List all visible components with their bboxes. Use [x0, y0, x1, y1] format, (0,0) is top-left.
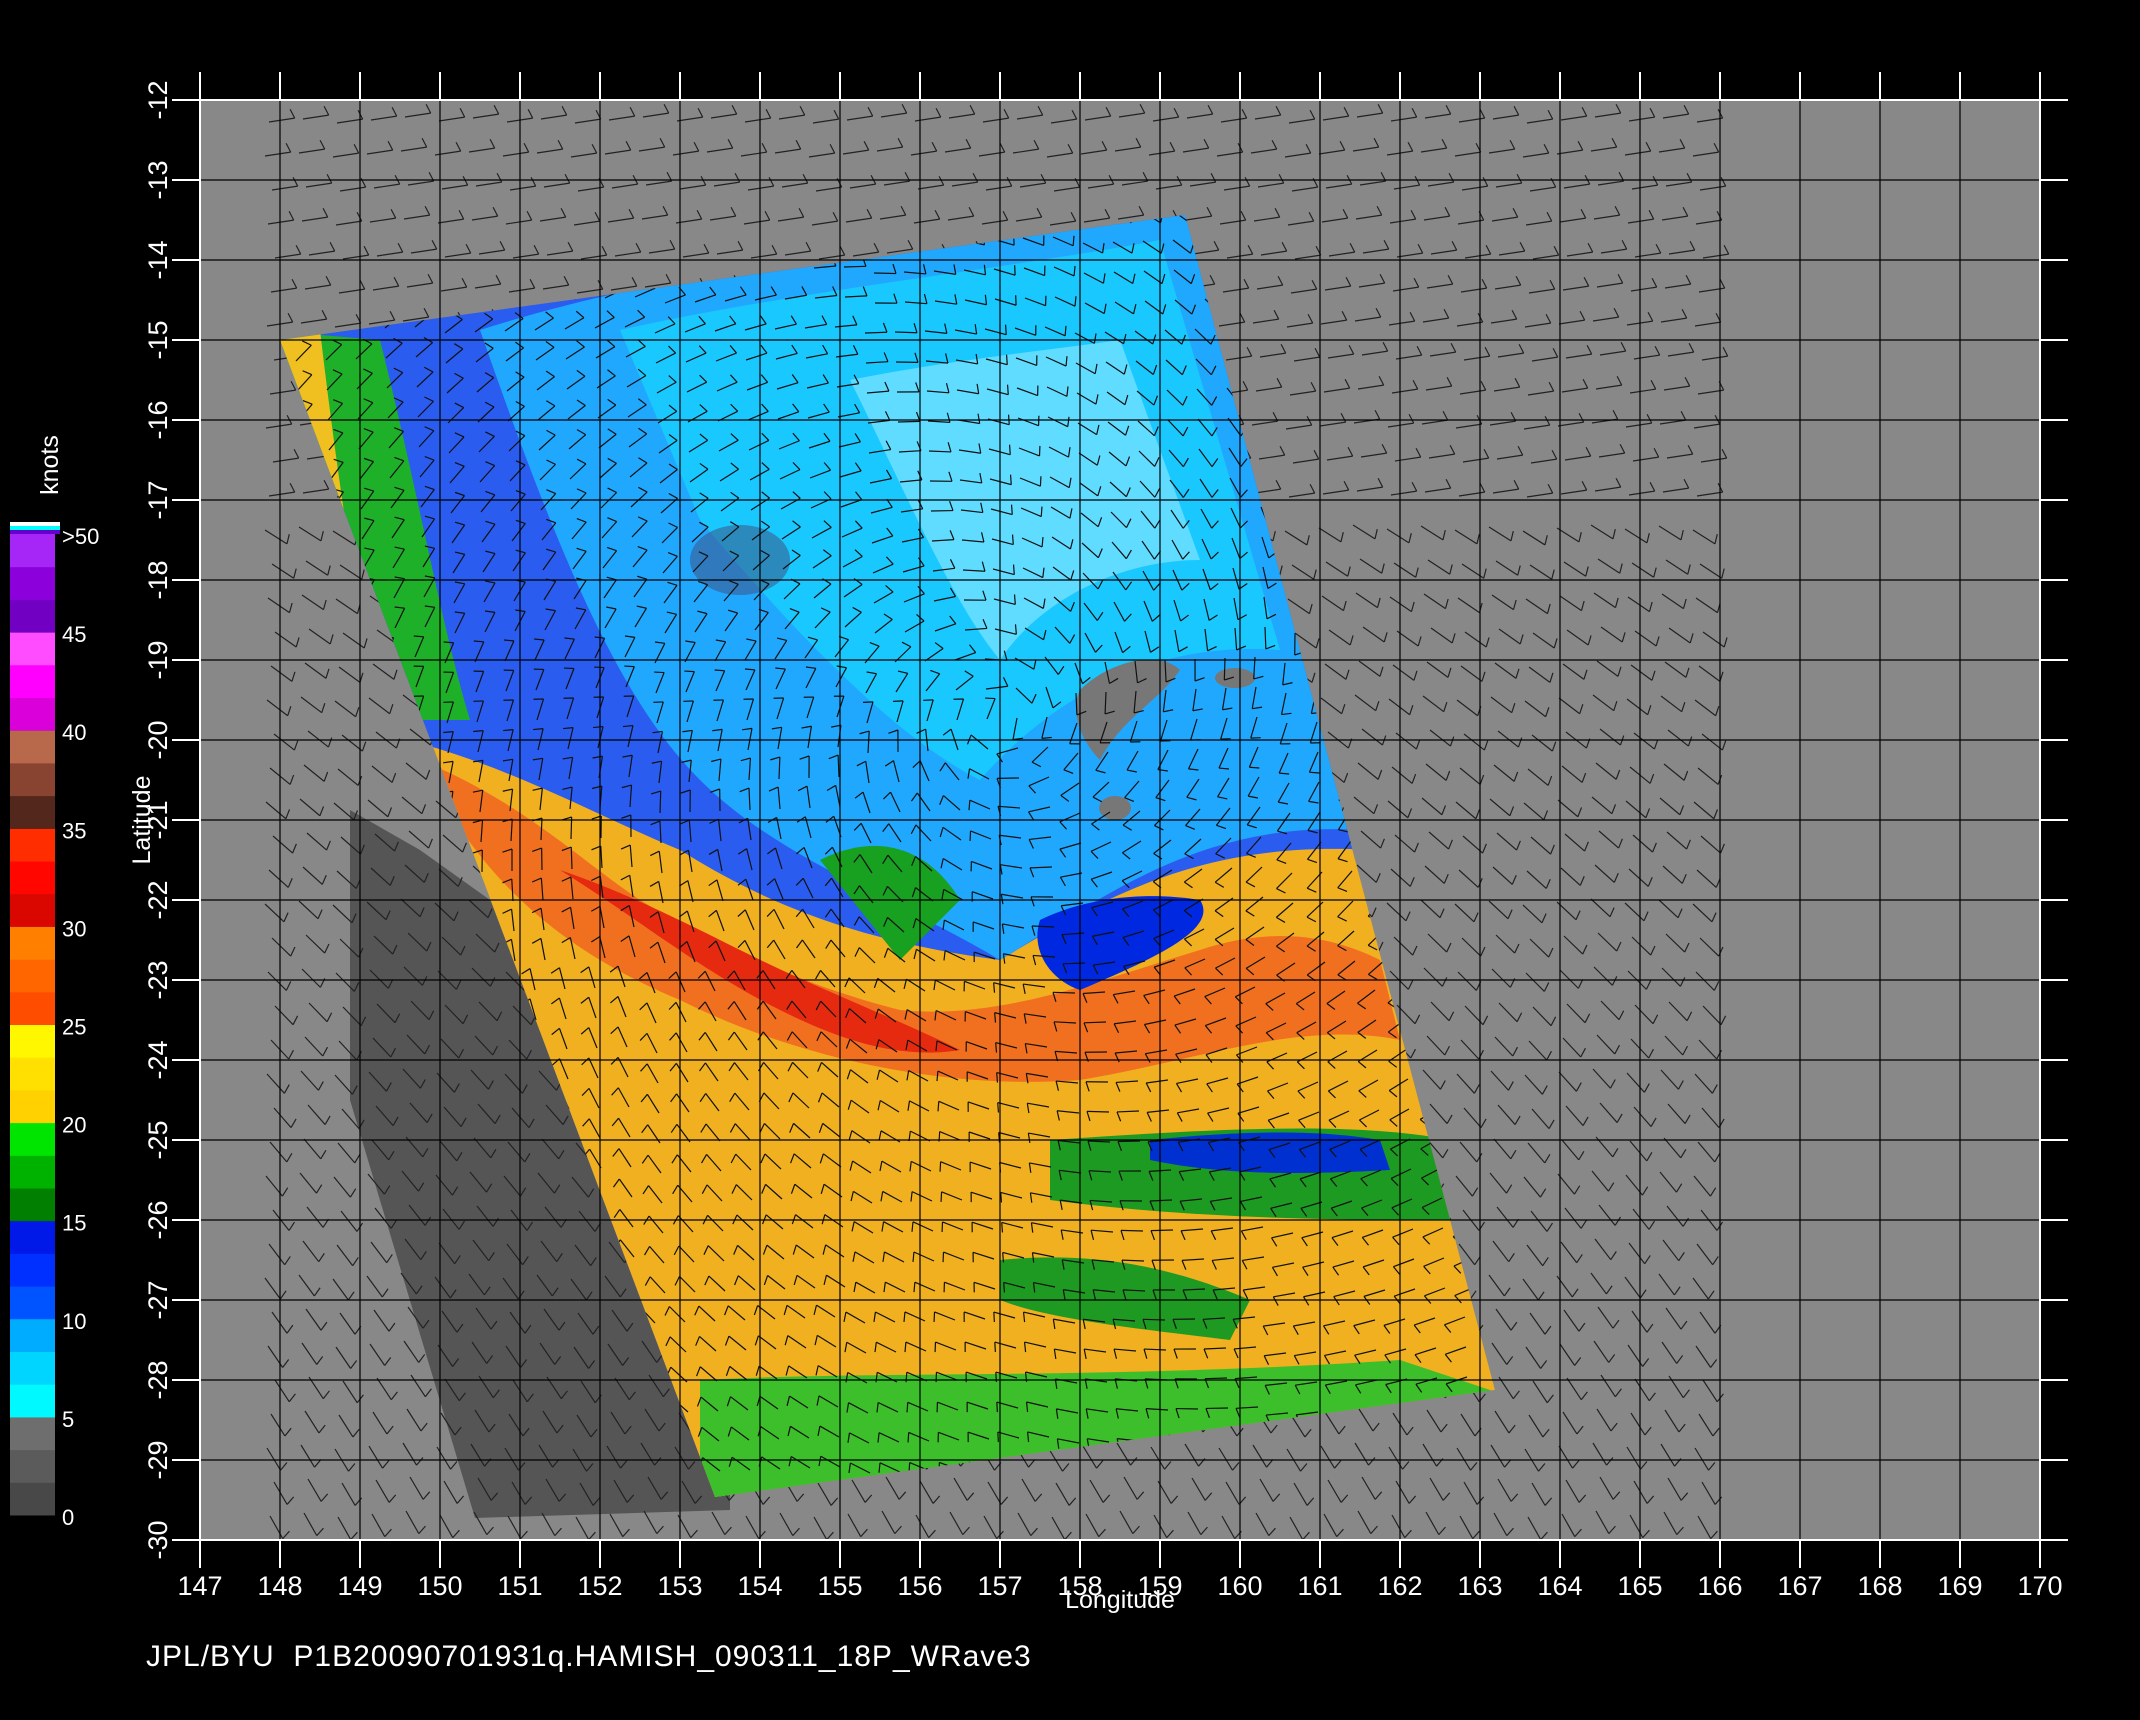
wind-barb	[1223, 657, 1226, 681]
wind-barb-flag	[1039, 476, 1042, 487]
wind-barb	[873, 272, 897, 275]
wind-barb-flag	[1040, 506, 1043, 517]
wind-barb-flag	[1013, 594, 1016, 605]
wind-barb	[894, 331, 918, 334]
wind-barb	[864, 331, 888, 334]
wind-barb-flag	[473, 640, 484, 643]
wind-barb-flag	[624, 665, 635, 668]
wind-barb	[1264, 626, 1267, 650]
wind-barb-flag	[1010, 504, 1013, 515]
wind-barb-flag	[1004, 324, 1007, 335]
map-panel	[199, 99, 2041, 1541]
wind-barb-flag	[1009, 474, 1012, 485]
wind-barb-flag	[1008, 444, 1011, 455]
wind-barb-flag	[443, 641, 454, 644]
wind-barb-flag	[1006, 384, 1009, 395]
wind-barb-flag	[1072, 235, 1075, 246]
wind-barb-flag	[1011, 534, 1014, 545]
wind-barb-flag	[1012, 564, 1015, 575]
wind-barb-flag	[1005, 354, 1008, 365]
wind-barb-flag	[1064, 325, 1067, 336]
wind-barb-flag	[413, 635, 424, 638]
wind-barb	[843, 265, 867, 268]
wind-barb-flag	[714, 669, 725, 672]
wind-barb	[897, 420, 921, 423]
wind-barb-flag	[684, 670, 695, 673]
wind-map-figure: 147 148 149 150 151 152 153 154 155 156 157 158 159 1…	[10, 72, 2068, 1614]
wind-barb-flag	[1014, 624, 1017, 635]
